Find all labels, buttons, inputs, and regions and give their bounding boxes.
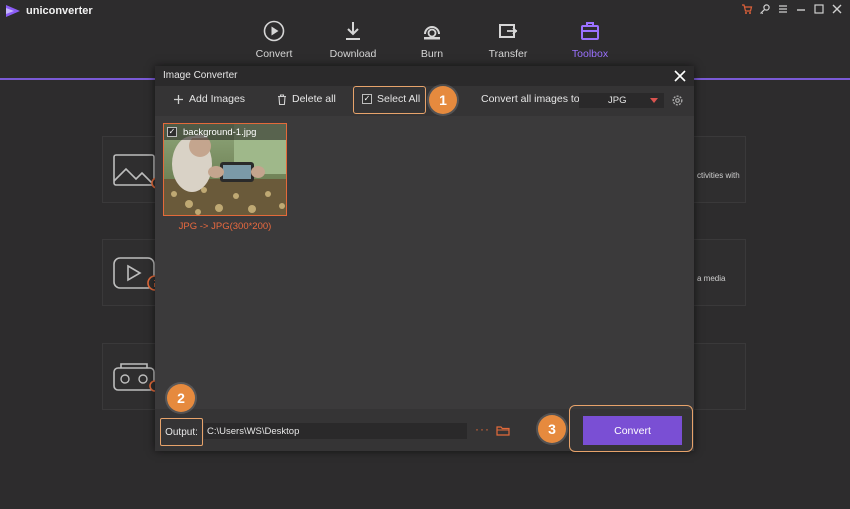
- plus-icon: [174, 94, 183, 104]
- toolbox-card-desc: ctivities with: [697, 171, 740, 180]
- convert-all-label: Convert all images to:: [481, 93, 583, 105]
- menu-icon[interactable]: [776, 2, 790, 16]
- close-window-icon[interactable]: [830, 2, 844, 16]
- gear-icon[interactable]: [671, 94, 684, 107]
- download-icon: [346, 22, 360, 40]
- minimize-icon[interactable]: [794, 2, 808, 16]
- nav-convert[interactable]: Convert: [234, 20, 314, 60]
- convert-all-text: Convert all images to:: [481, 93, 583, 105]
- nav-download-label: Download: [329, 48, 377, 60]
- main-nav: Convert Download Burn Transfer Toolbox: [0, 20, 850, 70]
- toolbox-card-desc: a media: [697, 274, 726, 283]
- thumbnail-label-bar: ✓ background-1.jpg: [164, 124, 286, 140]
- close-icon[interactable]: [672, 68, 688, 84]
- select-all-label: Select All: [377, 93, 421, 105]
- step-badge-3: 3: [538, 415, 566, 443]
- output-label: Output:: [160, 418, 203, 446]
- add-images-button[interactable]: Add Images: [173, 93, 245, 105]
- step-badge-2: 2: [167, 384, 195, 412]
- nav-transfer-label: Transfer: [488, 48, 528, 60]
- nav-toolbox[interactable]: Toolbox: [550, 20, 630, 60]
- nav-toolbox-label: Toolbox: [571, 48, 609, 60]
- image-thumbnail[interactable]: ✓ background-1.jpg: [163, 123, 287, 216]
- format-dropdown[interactable]: JPG: [579, 93, 664, 108]
- app-logo-icon: [6, 5, 20, 17]
- nav-download[interactable]: Download: [313, 20, 393, 60]
- step-badge-1: 1: [429, 86, 457, 114]
- file-format-caption: JPG -> JPG(300*200): [178, 221, 272, 232]
- dialog-header: Image Converter: [155, 66, 694, 86]
- image-converter-dialog: Image Converter Add Images Delete all ✓ …: [155, 66, 694, 452]
- nav-burn[interactable]: Burn: [392, 20, 472, 60]
- transfer-icon: [499, 24, 518, 38]
- window-controls: [740, 2, 844, 16]
- key-icon[interactable]: [758, 2, 772, 16]
- app-name: uniconverter: [26, 5, 93, 17]
- browse-more-button[interactable]: ···: [475, 423, 490, 435]
- maximize-icon[interactable]: [812, 2, 826, 16]
- format-value: JPG: [608, 95, 627, 106]
- file-checkbox[interactable]: ✓: [167, 127, 177, 137]
- burn-icon: [424, 26, 440, 40]
- convert-icon: [263, 20, 285, 42]
- dialog-title: Image Converter: [163, 70, 238, 81]
- convert-button[interactable]: Convert: [583, 416, 682, 445]
- cart-icon[interactable]: [740, 2, 754, 16]
- delete-all-button[interactable]: Delete all: [277, 93, 336, 105]
- checkbox-checked-icon: ✓: [362, 94, 372, 104]
- image-list: ✓ background-1.jpg JPG -> JPG(300*200): [155, 116, 694, 409]
- dialog-toolbar: Add Images Delete all ✓ Select All Conve…: [155, 86, 694, 116]
- nav-convert-label: Convert: [255, 48, 293, 60]
- folder-icon[interactable]: [496, 425, 510, 436]
- nav-burn-label: Burn: [420, 48, 444, 60]
- select-all-checkbox[interactable]: ✓ Select All: [362, 93, 420, 105]
- output-bar: Output: ··· Convert: [155, 405, 694, 452]
- toolbox-icon: [581, 22, 599, 40]
- delete-all-label: Delete all: [292, 93, 336, 105]
- trash-icon: [278, 93, 286, 105]
- output-path-field[interactable]: [204, 423, 467, 439]
- chevron-down-icon: [650, 98, 658, 103]
- file-name: background-1.jpg: [183, 126, 257, 138]
- nav-transfer[interactable]: Transfer: [468, 20, 548, 60]
- add-images-label: Add Images: [189, 93, 246, 105]
